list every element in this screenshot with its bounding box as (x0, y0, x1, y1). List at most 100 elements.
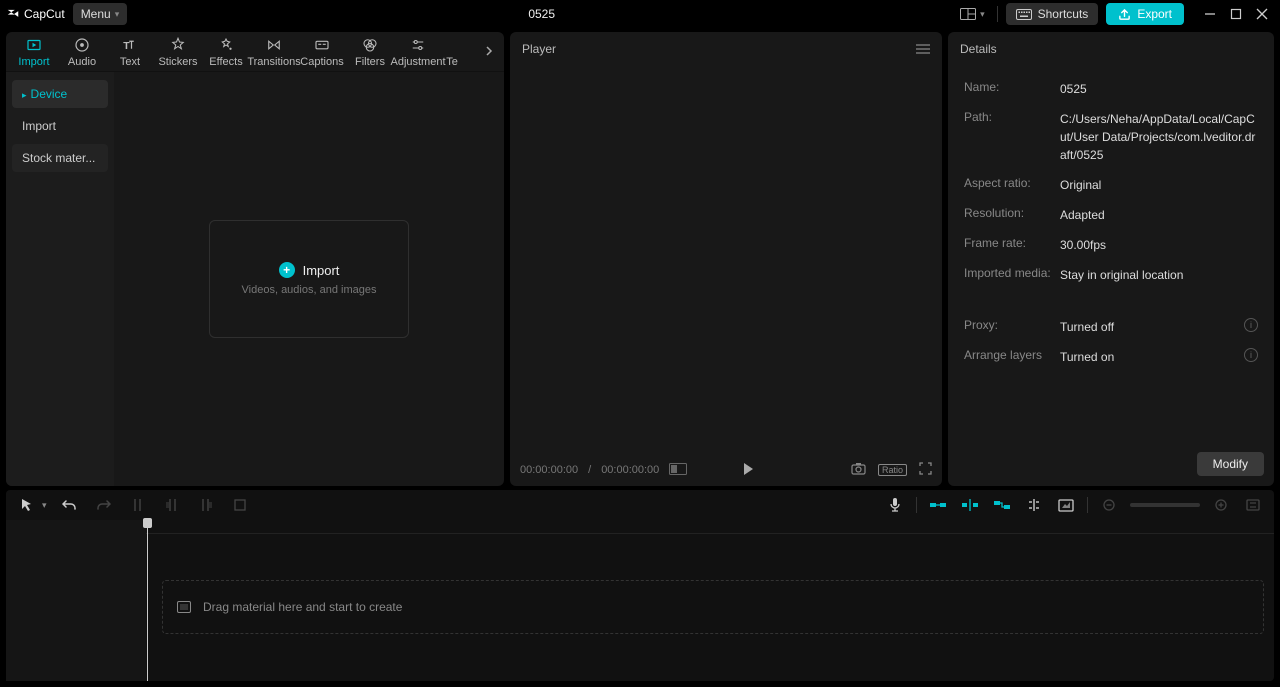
zoom-in-button[interactable] (1210, 494, 1232, 516)
microphone-icon (889, 497, 901, 513)
tab-effects[interactable]: Effects (202, 36, 250, 68)
audio-icon (73, 36, 91, 54)
timeline[interactable]: Drag material here and start to create (6, 520, 1274, 681)
tab-audio[interactable]: Audio (58, 36, 106, 68)
linkage-icon (993, 499, 1011, 511)
tabs-more-button[interactable] (478, 45, 500, 59)
selection-tool-dropdown[interactable]: ▾ (42, 500, 47, 511)
undo-button[interactable] (59, 494, 81, 516)
tab-label: Transitions (247, 56, 300, 68)
cover-icon (1058, 499, 1074, 512)
timeline-drop-hint[interactable]: Drag material here and start to create (162, 580, 1264, 634)
menu-button[interactable]: Menu ▾ (73, 3, 128, 25)
undo-icon (62, 499, 77, 512)
tab-transitions[interactable]: Transitions (250, 36, 298, 68)
selection-tool[interactable] (16, 494, 38, 516)
captions-icon (313, 36, 331, 54)
main-track-magnet-button[interactable] (927, 494, 949, 516)
export-icon (1118, 8, 1131, 21)
time-current: 00:00:00:00 (520, 464, 578, 476)
close-button[interactable] (1250, 2, 1274, 26)
layout-button[interactable]: ▾ (956, 4, 989, 24)
preview-axis-button[interactable] (1023, 494, 1045, 516)
fullscreen-button[interactable] (919, 462, 932, 478)
timeline-ruler[interactable] (146, 520, 1274, 534)
cursor-icon (20, 498, 34, 512)
zoom-slider[interactable] (1130, 503, 1200, 507)
detail-label: Name: (964, 80, 1052, 94)
delete-right-button[interactable] (195, 494, 217, 516)
transitions-icon (265, 36, 283, 54)
delete-icon (234, 499, 246, 511)
playhead[interactable] (147, 520, 148, 681)
quality-toggle[interactable] (669, 463, 687, 478)
cover-button[interactable] (1055, 494, 1077, 516)
timeline-body[interactable]: Drag material here and start to create (146, 520, 1274, 681)
preview-axis-icon (1027, 498, 1041, 512)
detail-row-imported: Imported media: Stay in original locatio… (964, 266, 1258, 284)
drop-hint-text: Drag material here and start to create (203, 600, 402, 614)
detail-label: Proxy: (964, 318, 1052, 332)
delete-button[interactable] (229, 494, 251, 516)
import-dropzone[interactable]: + Import Videos, audios, and images (209, 220, 409, 338)
player-controls: 00:00:00:00 / 00:00:00:00 Ratio (510, 454, 942, 486)
stickers-icon (169, 36, 187, 54)
sidebar-item-device[interactable]: Device (12, 80, 108, 108)
tab-label: Effects (209, 56, 242, 68)
tab-stickers[interactable]: Stickers (154, 36, 202, 68)
sidebar-item-import[interactable]: Import (12, 112, 108, 140)
tab-label: Stickers (158, 56, 197, 68)
linkage-button[interactable] (991, 494, 1013, 516)
maximize-button[interactable] (1224, 2, 1248, 26)
details-title: Details (960, 42, 997, 56)
minimize-button[interactable] (1198, 2, 1222, 26)
ratio-button[interactable]: Ratio (878, 464, 907, 476)
modify-button[interactable]: Modify (1197, 452, 1264, 476)
shortcuts-button[interactable]: Shortcuts (1006, 3, 1099, 25)
record-audio-button[interactable] (884, 494, 906, 516)
tab-captions[interactable]: Captions (298, 36, 346, 68)
tab-text[interactable]: T Text (106, 36, 154, 68)
detail-label: Imported media: (964, 266, 1052, 280)
detail-label: Path: (964, 110, 1052, 124)
import-icon (25, 36, 43, 54)
separator (1087, 497, 1088, 513)
app-logo: CapCut (6, 7, 65, 21)
zoom-in-icon (1215, 499, 1227, 511)
zoom-out-button[interactable] (1098, 494, 1120, 516)
filters-icon (361, 36, 379, 54)
detail-label: Arrange layers (964, 348, 1052, 362)
minimize-icon (1204, 8, 1216, 20)
tab-adjustment[interactable]: Adjustment (394, 36, 442, 68)
auto-snap-button[interactable] (959, 494, 981, 516)
chevron-down-icon: ▾ (980, 9, 985, 20)
project-title: 0525 (127, 7, 956, 21)
camera-icon (851, 462, 866, 475)
tab-templates-truncated[interactable]: Te (442, 36, 462, 68)
detail-value: Adapted (1060, 206, 1258, 224)
delete-left-button[interactable] (161, 494, 183, 516)
cut-right-icon (199, 498, 213, 512)
zoom-fit-button[interactable] (1242, 494, 1264, 516)
quality-icon (669, 463, 687, 475)
info-icon[interactable]: i (1244, 318, 1258, 332)
separator (916, 497, 917, 513)
export-button[interactable]: Export (1106, 3, 1184, 25)
info-icon[interactable]: i (1244, 348, 1258, 362)
sidebar-item-stock[interactable]: Stock mater... (12, 144, 108, 172)
detail-value: 0525 (1060, 80, 1258, 98)
text-icon: T (121, 36, 139, 54)
titlebar: CapCut Menu ▾ 0525 ▾ Shortcuts Export (0, 0, 1280, 28)
tab-import[interactable]: Import (10, 36, 58, 68)
redo-button[interactable] (93, 494, 115, 516)
player-menu-button[interactable] (916, 41, 930, 57)
split-button[interactable] (127, 494, 149, 516)
video-track-icon (177, 601, 191, 613)
detail-row-framerate: Frame rate: 30.00fps (964, 236, 1258, 254)
snapshot-button[interactable] (851, 462, 866, 478)
play-button[interactable] (741, 462, 755, 479)
separator (997, 6, 998, 22)
tab-filters[interactable]: Filters (346, 36, 394, 68)
player-panel: Player 00:00:00:00 / 00:00:00:00 (510, 32, 942, 486)
hamburger-icon (916, 44, 930, 54)
